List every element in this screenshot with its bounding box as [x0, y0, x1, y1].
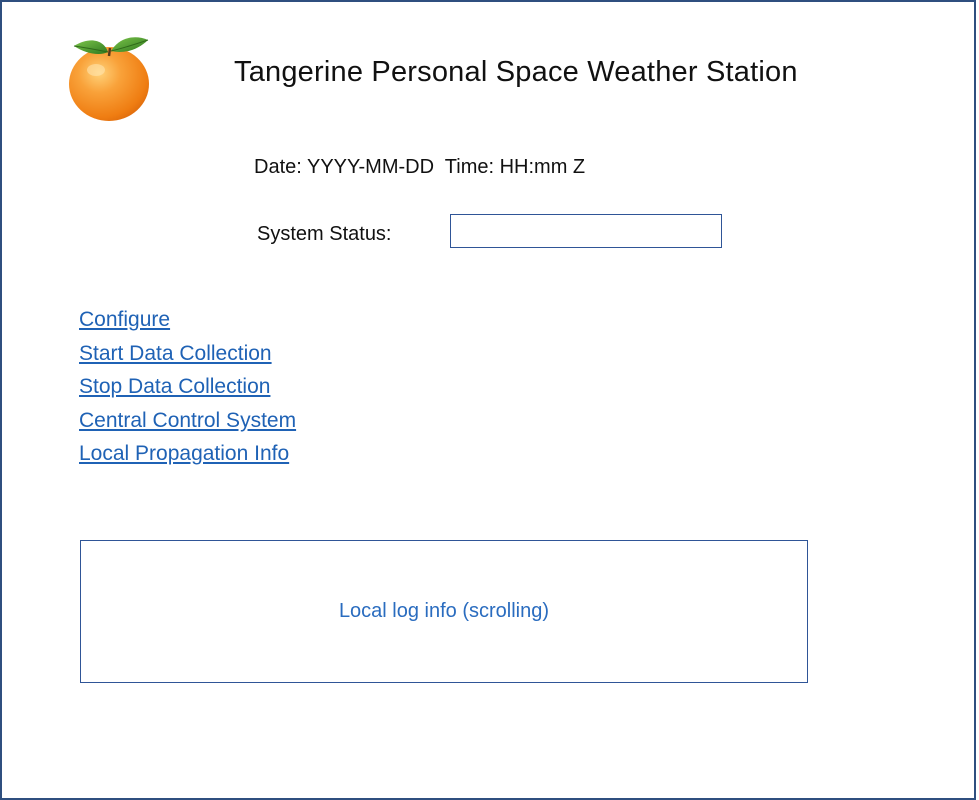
central-control-system-link[interactable]: Central Control System [79, 404, 296, 438]
local-log-panel[interactable]: Local log info (scrolling) [80, 540, 808, 683]
date-time-display: Date: YYYY-MM-DD Time: HH:mm Z [254, 156, 586, 178]
configure-link[interactable]: Configure [79, 303, 296, 337]
log-placeholder-text: Local log info (scrolling) [338, 600, 550, 622]
tangerine-logo-svg [69, 37, 149, 121]
nav-links: Configure Start Data Collection Stop Dat… [79, 303, 296, 471]
app-frame: Tangerine Personal Space Weather Station… [0, 0, 976, 800]
system-status-field[interactable] [450, 214, 722, 248]
local-propagation-info-link[interactable]: Local Propagation Info [79, 437, 296, 471]
page-title: Tangerine Personal Space Weather Station [234, 56, 798, 88]
system-status-label: System Status: [257, 223, 392, 245]
stop-data-collection-link[interactable]: Stop Data Collection [79, 370, 296, 404]
start-data-collection-link[interactable]: Start Data Collection [79, 337, 296, 371]
tangerine-icon [64, 32, 156, 122]
